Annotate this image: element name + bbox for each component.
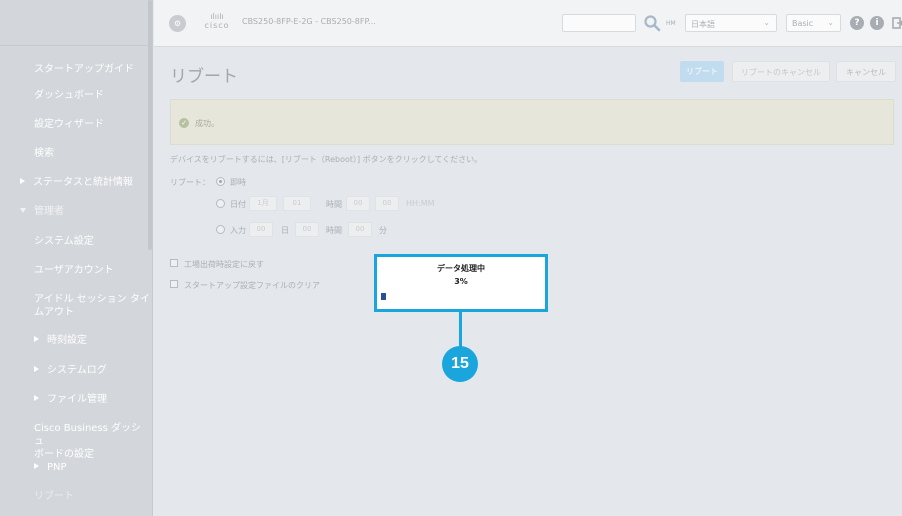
cancel-button[interactable]: キャンセル [836, 61, 896, 82]
sidebar-item-label: 時刻設定 [47, 335, 87, 346]
mode-select[interactable]: Basic ⌄ [786, 14, 841, 32]
sidebar-item-administration[interactable]: 管理者 [0, 205, 151, 218]
caret-down-icon [20, 208, 26, 213]
input-radio[interactable] [216, 225, 225, 234]
sidebar-item-system-settings[interactable]: システム設定 [0, 235, 151, 248]
instruction-text: デバイスをリブートするには、[リブート（Reboot）] ボタンをクリックしてく… [170, 155, 483, 164]
sidebar-item-label: PNP [47, 462, 67, 473]
sidebar-item-startup-guide[interactable]: スタートアップガイド [0, 63, 151, 76]
cisco-logo: ılıılı cisco [199, 13, 235, 33]
sidebar-item-label: ステータスと統計情報 [33, 177, 133, 188]
date-day-select[interactable]: 01 [283, 196, 311, 211]
sidebar-item-label: 検索 [34, 148, 54, 159]
progress-bar [381, 293, 539, 300]
sidebar-item-dashboard[interactable]: ダッシュボード [0, 89, 151, 102]
hm-label: HM [666, 20, 676, 27]
check-icon: ✓ [179, 118, 189, 128]
factory-reset-checkbox[interactable] [170, 259, 178, 267]
sidebar: スタートアップガイド ダッシュボード 設定ウィザード 検索 ステータスと統計情報… [0, 0, 153, 516]
sidebar-item-setup-wizard[interactable]: 設定ウィザード [0, 118, 151, 131]
device-name: CBS250-8FP-E-2G - CBS250-8FP... [242, 17, 376, 26]
input-hour-field[interactable]: 00 [295, 222, 319, 237]
day-unit-label: 日 [281, 226, 289, 235]
sidebar-item-label-line2: ボードの設定 [34, 449, 94, 460]
sidebar-item-label-line2: ムアウト [34, 307, 74, 318]
cancel-reboot-button[interactable]: リブートのキャンセル [732, 61, 830, 82]
sidebar-item-file-management[interactable]: ファイル管理 [0, 393, 151, 406]
sidebar-item-label: 設定ウィザード [34, 119, 104, 130]
chevron-down-icon: ⌄ [827, 18, 834, 27]
callout-line [459, 312, 462, 348]
caret-right-icon [34, 366, 39, 372]
page-title: リブート [170, 67, 238, 87]
reboot-label: リブート： [170, 178, 210, 187]
sidebar-item-label: ダッシュボード [34, 90, 104, 101]
input-label: 入力 [230, 226, 246, 235]
sidebar-item-time-settings[interactable]: 時刻設定 [0, 334, 151, 347]
info-icon[interactable]: i [870, 16, 884, 30]
progress-title: データ処理中 [437, 264, 485, 273]
sidebar-item-label: 管理者 [34, 206, 64, 217]
date-label: 日付 [230, 200, 246, 209]
logout-icon[interactable] [892, 16, 902, 30]
cisco-logo-word: cisco [204, 21, 230, 30]
sidebar-header [0, 0, 152, 46]
success-text: 成功。 [195, 119, 219, 128]
sidebar-item-pnp[interactable]: PNP [0, 461, 151, 474]
date-month-select[interactable]: 1月 [249, 196, 277, 211]
minute-unit-label: 分 [379, 226, 387, 235]
search-icon[interactable] [643, 14, 661, 32]
top-bar: ⚙ ılıılı cisco CBS250-8FP-E-2G - CBS250-… [154, 0, 902, 47]
language-select[interactable]: 日本語 ⌄ [685, 14, 777, 32]
language-value: 日本語 [691, 20, 715, 29]
immediate-label: 即時 [230, 178, 246, 187]
input-minute-field[interactable]: 00 [348, 222, 372, 237]
sidebar-item-label: リブート [34, 491, 74, 502]
progress-dialog: データ処理中 3% [374, 254, 548, 312]
clear-startup-label: スタートアップ設定ファイルのクリア [184, 281, 320, 290]
sidebar-item-label: スタートアップガイド [34, 64, 134, 75]
factory-reset-label: 工場出荷時設定に戻す [184, 260, 264, 269]
reboot-button[interactable]: リブート [680, 61, 724, 82]
sidebar-item-label: ファイル管理 [47, 394, 107, 405]
mode-value: Basic [792, 19, 814, 28]
sidebar-item-label: システムログ [47, 365, 107, 376]
sidebar-scrollbar[interactable] [148, 0, 152, 250]
search-input[interactable] [562, 14, 636, 32]
sidebar-item-user-accounts[interactable]: ユーザアカウント [0, 264, 151, 277]
sidebar-item-label: システム設定 [34, 236, 94, 247]
hhmm-label: HH:MM [406, 199, 435, 208]
sidebar-item-cisco-business-dashboard[interactable]: Cisco Business ダッシュボードの設定 [0, 422, 151, 461]
caret-right-icon [34, 336, 39, 342]
progress-bar-fill [381, 293, 386, 300]
date-hour-select[interactable]: 00 [346, 196, 370, 211]
success-banner: ✓ 成功。 [170, 99, 894, 145]
sidebar-item-label: Cisco Business ダッシュ [34, 423, 142, 447]
chevron-down-icon: ⌄ [763, 18, 770, 27]
cisco-logo-bars: ılıılı [210, 12, 224, 21]
date-radio[interactable] [216, 199, 225, 208]
sidebar-item-status-statistics[interactable]: ステータスと統計情報 [0, 176, 151, 189]
sidebar-item-search[interactable]: 検索 [0, 147, 151, 160]
caret-right-icon [34, 463, 39, 469]
caret-right-icon [20, 178, 25, 184]
device-icon: ⚙ [169, 15, 186, 32]
sidebar-item-reboot[interactable]: リブート [0, 490, 151, 503]
hour-unit-label: 時間 [326, 226, 342, 235]
immediate-radio[interactable] [216, 177, 225, 186]
clear-startup-checkbox[interactable] [170, 280, 178, 288]
sidebar-item-label: ユーザアカウント [34, 265, 114, 276]
sidebar-item-label: アイドル セッション タイ [34, 294, 150, 305]
time-label: 時間 [326, 200, 342, 209]
sidebar-item-idle-session-timeout[interactable]: アイドル セッション タイ ムアウト [0, 293, 151, 319]
callout-badge: 15 [442, 346, 478, 382]
sidebar-item-system-log[interactable]: システムログ [0, 364, 151, 377]
date-minute-select[interactable]: 00 [375, 196, 399, 211]
progress-percent: 3% [454, 277, 468, 286]
caret-right-icon [34, 395, 39, 401]
help-icon[interactable]: ? [850, 16, 864, 30]
input-day-field[interactable]: 00 [249, 222, 273, 237]
